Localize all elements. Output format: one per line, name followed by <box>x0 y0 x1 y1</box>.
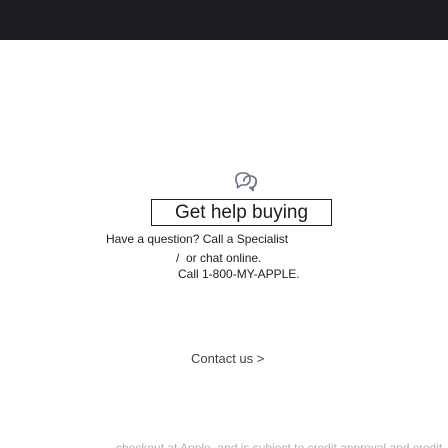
help-text-phone: Call 1-800-MY-APPLE. <box>178 267 300 281</box>
get-help-buying-heading-box: Get help buying <box>151 199 332 226</box>
footer-partial-text: checkout at Apple, and is subject to cre… <box>116 442 446 448</box>
contact-us-link[interactable]: Contact us > <box>191 352 264 365</box>
apple-help-screen: Get help buying Have a question? Call a … <box>0 0 448 448</box>
left-edge-glyph: / <box>176 251 180 265</box>
top-dark-bar <box>0 0 448 40</box>
chat-bubbles-icon <box>235 172 257 192</box>
help-text-chat: or chat online. <box>186 251 262 265</box>
get-help-buying-title: Get help buying <box>174 202 309 223</box>
help-text-question: Have a question? Call a Specialist <box>106 232 289 246</box>
